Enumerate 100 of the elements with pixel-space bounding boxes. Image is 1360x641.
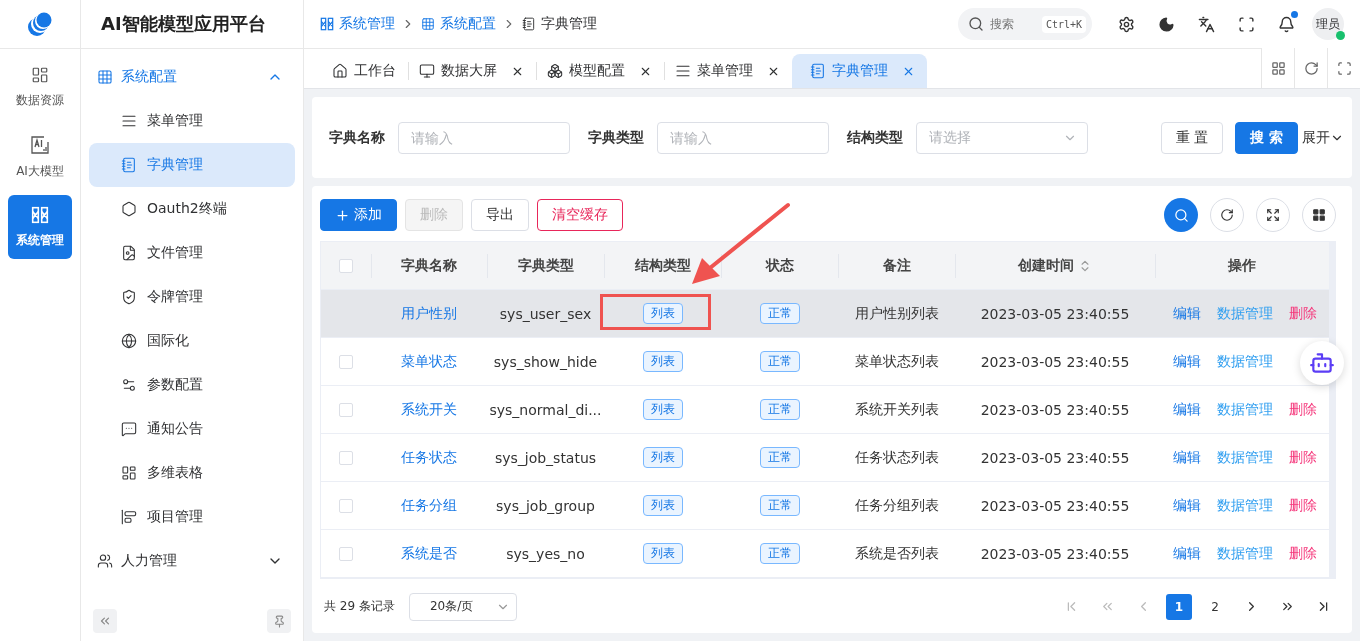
- status-tag: 正常: [759, 447, 800, 468]
- menu-item[interactable]: 参数配置: [89, 363, 295, 407]
- type-tag: 列表: [642, 495, 683, 516]
- double-chevron-left-icon: [98, 614, 112, 628]
- menu-group[interactable]: 人力管理: [89, 539, 295, 583]
- column-header: 备注: [882, 256, 911, 275]
- search-button[interactable]: [1164, 198, 1198, 232]
- page-size-select[interactable]: 20条/页: [408, 592, 517, 621]
- breadcrumb-link[interactable]: 系统配置: [421, 15, 496, 33]
- name-link[interactable]: 任务分组: [401, 496, 457, 515]
- robot-icon: [1309, 350, 1335, 376]
- page-tab[interactable]: 模型配置: [537, 54, 664, 88]
- columns-button[interactable]: [1302, 198, 1336, 232]
- action-link[interactable]: 编辑: [1173, 496, 1201, 515]
- checkbox[interactable]: [339, 402, 353, 417]
- grid-icon: [97, 69, 113, 85]
- action-link[interactable]: 编辑: [1173, 304, 1201, 323]
- search-button[interactable]: 搜 索: [1235, 121, 1298, 154]
- menu-item[interactable]: 多维表格: [89, 451, 295, 495]
- layout-button[interactable]: [1261, 48, 1294, 88]
- checkbox[interactable]: [339, 354, 353, 369]
- reset-button[interactable]: 重 置: [1160, 121, 1224, 154]
- checkbox[interactable]: [339, 546, 353, 561]
- pin-button[interactable]: [267, 609, 291, 633]
- column-header: 创建时间: [1018, 256, 1074, 275]
- page-tab[interactable]: 数据大屏: [409, 54, 536, 88]
- action-link[interactable]: 删除: [1289, 448, 1317, 467]
- input-field[interactable]: 请输入: [398, 121, 570, 154]
- action-link[interactable]: 数据管理: [1217, 448, 1273, 467]
- table-cell: 用户性别列表: [838, 290, 955, 338]
- fullscreen-button[interactable]: [1327, 48, 1360, 88]
- breadcrumb-link[interactable]: 系统管理: [320, 15, 395, 33]
- action-link[interactable]: 删除: [1289, 544, 1317, 563]
- breadcrumb-link[interactable]: 字典管理: [522, 15, 597, 33]
- refresh-button[interactable]: [1210, 198, 1244, 232]
- menu-item[interactable]: 文件管理: [89, 231, 295, 275]
- action-link[interactable]: 编辑: [1173, 448, 1201, 467]
- translate-icon: [1197, 15, 1215, 33]
- moon-icon: [1157, 15, 1175, 33]
- rail-item[interactable]: 系统管理: [8, 195, 72, 259]
- ai-chip-icon: [30, 134, 50, 155]
- toolbar-button[interactable]: 清空缓存: [537, 199, 623, 231]
- action-link[interactable]: 数据管理: [1217, 496, 1273, 515]
- page-tab[interactable]: 菜单管理: [665, 54, 792, 88]
- action-link[interactable]: 编辑: [1173, 400, 1201, 419]
- app-title: AI智能模型应用平台: [101, 12, 266, 36]
- type-tag: 列表: [642, 351, 683, 372]
- menu-item[interactable]: Oauth2终端: [89, 187, 295, 231]
- collapse-button[interactable]: [93, 609, 117, 633]
- action-link[interactable]: 编辑: [1173, 352, 1201, 371]
- menu-item[interactable]: 字典管理: [89, 143, 295, 187]
- rail-item[interactable]: 数据资源: [8, 55, 72, 119]
- search-field[interactable]: 搜索 Ctrl+K: [958, 8, 1092, 40]
- avatar[interactable]: 理员: [1312, 8, 1344, 40]
- file-icon: [121, 245, 137, 261]
- name-link[interactable]: 系统开关: [401, 400, 457, 419]
- menu-item[interactable]: 国际化: [89, 319, 295, 363]
- action-link[interactable]: 删除: [1289, 304, 1317, 323]
- page-tab[interactable]: 工作台: [322, 54, 408, 88]
- fullscreen-icon: [1336, 60, 1352, 76]
- toolbar-button[interactable]: 导出: [471, 199, 529, 231]
- type-tag: 列表: [642, 303, 683, 324]
- bell-icon: [1277, 15, 1295, 33]
- type-tag: 列表: [642, 447, 683, 468]
- column-header: 字典名称: [401, 256, 457, 275]
- toolbar-button[interactable]: 添加: [320, 199, 397, 231]
- menu-group[interactable]: 系统配置: [89, 55, 295, 99]
- name-link[interactable]: 用户性别: [401, 304, 457, 323]
- action-link[interactable]: 删除: [1289, 400, 1317, 419]
- refresh-button[interactable]: [1294, 48, 1327, 88]
- page-button[interactable]: 2: [1202, 593, 1228, 620]
- expand-button[interactable]: [1256, 198, 1290, 232]
- checkbox[interactable]: [339, 450, 353, 465]
- action-link[interactable]: 数据管理: [1217, 544, 1273, 563]
- menu-item[interactable]: 项目管理: [89, 495, 295, 539]
- rail-item[interactable]: AI大模型: [8, 125, 72, 189]
- input-field[interactable]: 请输入: [657, 121, 829, 154]
- name-link[interactable]: 菜单状态: [401, 352, 457, 371]
- menu-item[interactable]: 通知公告: [89, 407, 295, 451]
- pin-icon: [272, 614, 286, 628]
- users-icon: [97, 553, 113, 569]
- status-tag: 正常: [759, 351, 800, 372]
- action-link[interactable]: 数据管理: [1217, 352, 1273, 371]
- action-link[interactable]: 编辑: [1173, 544, 1201, 563]
- page-button[interactable]: 1: [1166, 593, 1192, 620]
- name-link[interactable]: 系统是否: [401, 544, 457, 563]
- menu-item[interactable]: 令牌管理: [89, 275, 295, 319]
- page-tab[interactable]: 字典管理: [792, 54, 927, 88]
- action-link[interactable]: 数据管理: [1217, 304, 1273, 323]
- type-tag: 列表: [642, 399, 683, 420]
- list-icon: [121, 113, 137, 129]
- checkbox[interactable]: [339, 258, 353, 273]
- action-link[interactable]: 删除: [1289, 496, 1317, 515]
- menu-item[interactable]: 菜单管理: [89, 99, 295, 143]
- action-link[interactable]: 数据管理: [1217, 400, 1273, 419]
- panels-icon: [320, 17, 334, 31]
- name-link[interactable]: 任务状态: [401, 448, 457, 467]
- column-header: 字典类型: [517, 256, 574, 275]
- checkbox[interactable]: [339, 498, 353, 513]
- expand-link[interactable]: 展开: [1302, 128, 1344, 147]
